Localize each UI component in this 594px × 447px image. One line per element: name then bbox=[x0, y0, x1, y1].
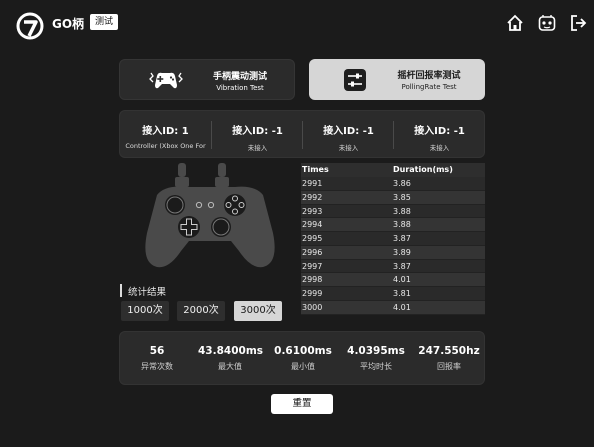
cell-times: 2992 bbox=[302, 192, 323, 202]
summary-min: 0.6100ms 最小值 bbox=[271, 332, 335, 372]
connection-slot-2[interactable]: 接入ID: -1 未接入 bbox=[212, 111, 303, 159]
logout-icon[interactable] bbox=[568, 13, 588, 33]
summary-label: 最大值 bbox=[218, 362, 242, 371]
table-header: Times Duration(ms) bbox=[301, 163, 485, 177]
cell-times: 2995 bbox=[302, 234, 323, 243]
cell-duration: 3.89 bbox=[393, 247, 411, 257]
polling-data-table[interactable]: Times Duration(ms) 2991 3.86 2992 3.85 299… bbox=[301, 163, 485, 315]
cell-duration: 3.88 bbox=[393, 206, 411, 216]
count-2000-button[interactable]: 2000次 bbox=[177, 301, 225, 321]
reset-button[interactable]: 重置 bbox=[271, 394, 333, 414]
connection-id: 接入ID: -1 bbox=[232, 126, 283, 137]
column-header-times: Times bbox=[302, 165, 329, 174]
connection-device: 未接入 bbox=[429, 144, 450, 152]
cell-duration: 3.81 bbox=[393, 289, 411, 298]
summary-label: 平均时长 bbox=[360, 362, 392, 371]
stats-label-marker bbox=[120, 284, 122, 297]
vibration-gamepad-icon bbox=[148, 68, 184, 92]
vibration-test-subtitle: Vibration Test bbox=[216, 84, 264, 92]
connection-device: 未接入 bbox=[247, 144, 268, 152]
connection-id: 接入ID: 1 bbox=[142, 126, 189, 137]
summary-polling-rate: 247.550hz 回报率 bbox=[417, 332, 481, 372]
cell-times: 2998 bbox=[302, 275, 323, 285]
gamepad-icon[interactable] bbox=[537, 13, 557, 33]
cell-duration: 3.87 bbox=[393, 234, 411, 243]
sliders-icon bbox=[343, 68, 367, 92]
controller-illustration-icon bbox=[135, 163, 285, 275]
table-row: 2997 3.87 bbox=[301, 259, 485, 274]
summary-value: 247.550hz bbox=[418, 345, 480, 357]
connection-id: 接入ID: -1 bbox=[414, 126, 465, 137]
vibration-test-card[interactable]: 手柄震动测试 Vibration Test bbox=[119, 59, 295, 100]
table-row: 2993 3.88 bbox=[301, 204, 485, 219]
connection-slot-1[interactable]: 接入ID: 1 Controller (Xbox One For bbox=[120, 111, 211, 159]
connection-id: 接入ID: -1 bbox=[323, 126, 374, 137]
connection-panel: 接入ID: 1 Controller (Xbox One For 接入ID: -… bbox=[119, 110, 485, 158]
cell-times: 2997 bbox=[302, 261, 323, 271]
summary-value: 4.0395ms bbox=[347, 345, 405, 357]
table-row: 2995 3.87 bbox=[301, 232, 485, 246]
cell-duration: 3.85 bbox=[393, 192, 411, 202]
count-3000-button[interactable]: 3000次 bbox=[234, 301, 282, 321]
home-icon[interactable] bbox=[505, 13, 525, 33]
cell-duration: 4.01 bbox=[393, 275, 411, 285]
go-logo-icon bbox=[16, 12, 46, 40]
cell-times: 2996 bbox=[302, 247, 323, 257]
summary-label: 最小值 bbox=[291, 362, 315, 371]
connection-slot-3[interactable]: 接入ID: -1 未接入 bbox=[303, 111, 394, 159]
cell-duration: 3.86 bbox=[393, 179, 411, 188]
table-row: 2994 3.88 bbox=[301, 218, 485, 232]
cell-duration: 3.88 bbox=[393, 220, 411, 230]
summary-label: 异常次数 bbox=[141, 362, 173, 371]
summary-value: 56 bbox=[149, 345, 165, 357]
cell-duration: 4.01 bbox=[393, 302, 411, 312]
cell-times: 2991 bbox=[302, 179, 323, 188]
summary-value: 43.8400ms bbox=[198, 345, 264, 357]
summary-panel: 56 异常次数 43.8400ms 最大值 0.6100ms 最小值 4.039… bbox=[119, 331, 485, 385]
table-row: 3000 4.01 bbox=[301, 300, 485, 315]
app-name: GO柄 bbox=[52, 17, 85, 31]
cell-times: 3000 bbox=[302, 302, 323, 312]
polling-rate-test-subtitle: PollingRate Test bbox=[401, 83, 457, 91]
vibration-test-title: 手柄震动测试 bbox=[212, 72, 267, 82]
table-row: 2998 4.01 bbox=[301, 273, 485, 287]
summary-anomaly-count: 56 异常次数 bbox=[125, 332, 189, 372]
cell-times: 2993 bbox=[302, 206, 323, 216]
table-row: 2992 3.85 bbox=[301, 190, 485, 205]
count-1000-button[interactable]: 1000次 bbox=[121, 301, 169, 321]
summary-average: 4.0395ms 平均时长 bbox=[344, 332, 408, 372]
connection-device: 未接入 bbox=[338, 144, 359, 152]
stats-label: 统计结果 bbox=[128, 287, 167, 298]
connection-slot-4[interactable]: 接入ID: -1 未接入 bbox=[394, 111, 485, 159]
cell-duration: 3.87 bbox=[393, 261, 411, 271]
summary-max: 43.8400ms 最大值 bbox=[198, 332, 264, 372]
connection-device: Controller (Xbox One For bbox=[125, 142, 206, 150]
polling-rate-test-card[interactable]: 摇杆回报率测试 PollingRate Test bbox=[309, 59, 485, 100]
test-badge: 测试 bbox=[90, 14, 119, 30]
polling-rate-test-title: 摇杆回报率测试 bbox=[397, 71, 461, 81]
cell-times: 2999 bbox=[302, 289, 323, 298]
table-row: 2996 3.89 bbox=[301, 245, 485, 260]
top-bar: GO柄 测试 bbox=[0, 0, 594, 48]
table-row: 2991 3.86 bbox=[301, 177, 485, 191]
column-header-duration: Duration(ms) bbox=[393, 165, 453, 174]
cell-times: 2994 bbox=[302, 220, 323, 230]
table-row: 2999 3.81 bbox=[301, 287, 485, 301]
summary-value: 0.6100ms bbox=[274, 345, 332, 357]
summary-label: 回报率 bbox=[437, 362, 461, 371]
